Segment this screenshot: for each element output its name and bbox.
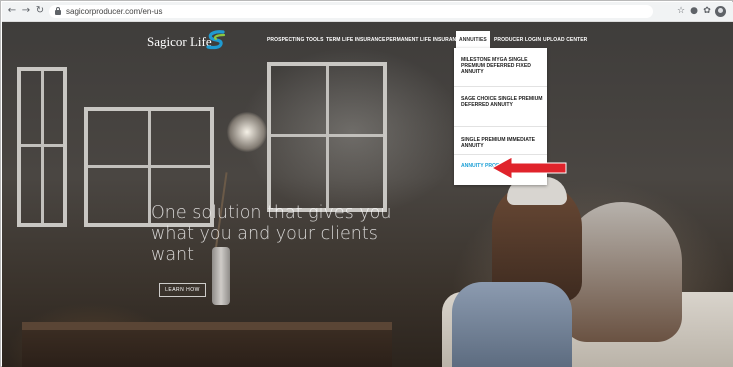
nav-producer-login[interactable]: PRODUCER LOGIN (494, 34, 541, 46)
red-arrow-icon (490, 156, 567, 180)
menu-divider (454, 86, 547, 87)
address-bar[interactable]: sagicorproducer.com/en-us (49, 5, 653, 18)
sideboard-front (22, 330, 392, 367)
website-viewport: Sagicor Life PROSPECTING TOOLS TERM LIFE… (2, 22, 733, 367)
arrow-right-icon[interactable]: → (20, 5, 32, 17)
browser-toolbar: ← → ↻ sagicorproducer.com/en-us ☆ ● ✿ (2, 2, 733, 22)
profile-avatar-icon[interactable] (715, 6, 726, 17)
nav-annuities[interactable]: ANNUITIES (456, 31, 490, 49)
sideboard (22, 322, 392, 330)
menu-divider (454, 126, 547, 127)
hero-line: One solution that gives you (151, 203, 392, 223)
hero-line: want (151, 245, 194, 265)
learn-how-button[interactable]: LEARN HOW (159, 283, 206, 297)
menu-item-milestone-myga[interactable]: MILESTONE MYGA SINGLE PREMIUM DEFERRED F… (461, 57, 543, 75)
nav-upload-center[interactable]: UPLOAD CENTER (543, 34, 587, 46)
reload-icon[interactable]: ↻ (34, 5, 46, 17)
arrow-left-icon[interactable]: ← (6, 5, 18, 17)
background-window (267, 62, 387, 212)
url-text: sagicorproducer.com/en-us (66, 7, 163, 16)
nav-term-life-insurance[interactable]: TERM LIFE INSURANCE (326, 34, 385, 46)
puzzle-icon[interactable]: ✿ (701, 5, 713, 17)
hero-headline: One solution that gives you what you and… (151, 203, 421, 266)
star-icon[interactable]: ☆ (675, 5, 687, 17)
menu-item-single-premium-immediate[interactable]: SINGLE PREMIUM IMMEDIATE ANNUITY (461, 137, 543, 149)
menu-item-sage-choice[interactable]: SAGE CHOICE SINGLE PREMIUM DEFERRED ANNU… (461, 96, 543, 108)
menu-divider (454, 154, 547, 155)
light-glow (227, 112, 267, 152)
nav-prospecting-tools[interactable]: PROSPECTING TOOLS (267, 34, 324, 46)
browser-window: ← → ↻ sagicorproducer.com/en-us ☆ ● ✿ Sa (0, 0, 733, 367)
record-icon[interactable]: ● (688, 5, 700, 17)
lock-icon (55, 7, 61, 15)
background-window (17, 67, 67, 227)
hero-line: what you and your clients (151, 224, 378, 244)
main-nav: PROSPECTING TOOLS TERM LIFE INSURANCE PE… (2, 31, 733, 49)
person-shirt (452, 282, 572, 367)
nav-permanent-life-insurance[interactable]: PERMANENT LIFE INSURANCE (386, 34, 463, 46)
